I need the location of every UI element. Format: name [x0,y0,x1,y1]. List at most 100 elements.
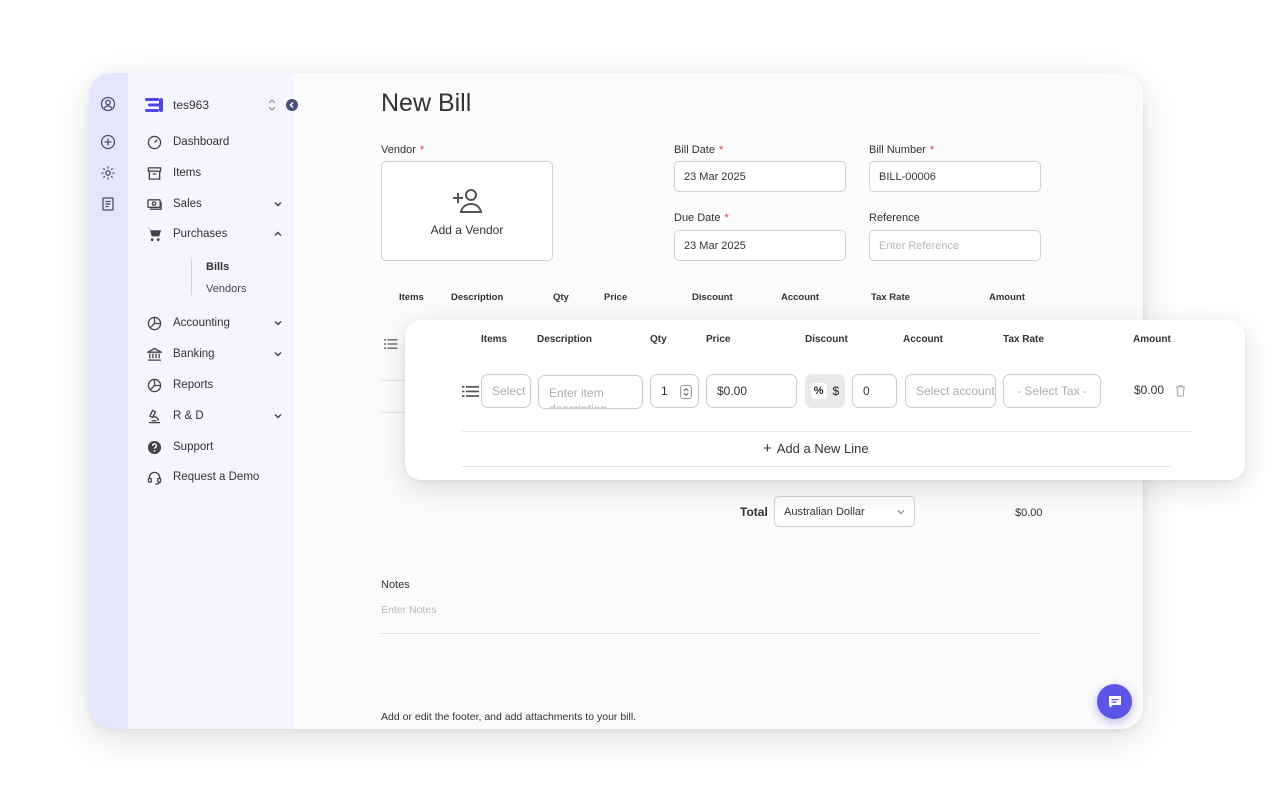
currency-select[interactable]: Australian Dollar [774,496,915,527]
plus-circle-icon[interactable] [100,134,116,150]
row-divider [462,466,1171,467]
notes-underline [381,633,1041,634]
total-label: Total [740,505,768,519]
sidebar-item-banking[interactable]: Banking [147,344,283,364]
chat-support-button[interactable] [1097,684,1132,719]
qty-input[interactable]: 1 [650,374,699,408]
sidebar-item-label: Banking [173,348,215,360]
add-vendor-button[interactable]: Add a Vendor [381,161,553,261]
notes-label: Notes [381,579,410,591]
reference-label: Reference [869,212,920,224]
total-amount: $0.00 [1015,507,1043,519]
card-header-qty: Qty [650,334,667,345]
tax-rate-select[interactable]: - Select Tax - [1003,374,1101,408]
chevron-down-icon [897,510,905,515]
sidebar-item-accounting[interactable]: Accounting [147,313,283,333]
sidebar-item-purchases[interactable]: Purchases [147,224,283,244]
add-new-line-label: Add a New Line [776,441,869,456]
sidebar-item-label: Support [173,441,214,453]
sidebar-item-label: Reports [173,379,214,391]
bill-date-label: Bill Date * [674,144,724,156]
gauge-icon [147,135,162,149]
chevron-down-icon [274,351,282,357]
bill-date-field[interactable]: 23 Mar 2025 [674,161,846,192]
sidebar-item-dashboard[interactable]: Dashboard [147,132,283,152]
due-date-label: Due Date * [674,212,729,224]
gear-icon[interactable] [100,165,116,181]
footer-hint: Add or edit the footer, and add attachme… [381,711,637,723]
chevron-down-icon [274,413,282,419]
sidebar-subitem-vendors[interactable]: Vendors [206,283,246,295]
sidebar-item-label: Sales [173,198,202,210]
chevron-down-icon [274,320,282,326]
workspace-name: tes963 [173,98,210,112]
sidebar-item-label: R & D [173,410,204,422]
sidebar-item-request-demo[interactable]: Request a Demo [147,467,283,487]
add-vendor-label: Add a Vendor [430,223,504,237]
table-header-account: Account [781,292,819,303]
submenu-guide-line [191,259,192,295]
collapse-sidebar-button[interactable] [286,99,298,111]
drag-handle-icon[interactable] [462,385,479,398]
vendor-label: Vendor * [381,144,425,156]
due-date-field[interactable]: 23 Mar 2025 [674,230,846,261]
sidebar-item-label: Dashboard [173,136,230,148]
sidebar-item-items[interactable]: Items [147,163,283,183]
sidebar-item-sales[interactable]: Sales [147,194,283,214]
notes-input[interactable]: Enter Notes [381,604,436,616]
user-circle-icon[interactable] [100,96,116,112]
price-input[interactable]: $0.00 [706,374,797,408]
card-header-amount: Amount [1133,334,1171,345]
brand-logo-icon [145,98,163,112]
stepper-icon[interactable] [680,385,692,399]
table-header-description: Description [451,292,504,303]
qty-value: 1 [661,384,668,398]
sidebar-item-label: Accounting [173,317,230,329]
percent-option[interactable]: % [810,383,827,399]
chat-bubble-icon [1108,695,1121,708]
drag-handle-icon[interactable] [384,338,398,350]
chevron-left-icon [289,101,294,109]
user-plus-icon [453,189,483,213]
sidebar-subitem-bills[interactable]: Bills [206,261,229,273]
card-header-description: Description [537,334,593,345]
shopping-cart-icon [147,227,162,241]
row-divider [462,431,1192,432]
bill-number-field[interactable]: BILL-00006 [869,161,1041,192]
chevron-up-icon [274,231,282,237]
sidebar-item-label: Items [173,167,202,179]
discount-input[interactable]: 0 [852,374,897,408]
archive-box-icon [147,166,162,180]
reference-input[interactable]: Enter Reference [869,230,1041,261]
workspace-switcher[interactable]: tes963 [145,95,290,115]
description-input[interactable]: Enter item description [538,375,643,409]
line-item-card: Items Description Qty Price Discount Acc… [405,320,1245,480]
table-header-discount: Discount [692,292,733,303]
item-select[interactable]: Select [481,374,531,408]
bank-icon [147,347,162,361]
line-amount: $0.00 [1134,383,1165,397]
discount-type-toggle[interactable]: % $ [805,374,845,408]
dollar-option[interactable]: $ [833,384,840,398]
sidebar-item-label: Request a Demo [173,471,260,483]
cash-icon [147,198,162,210]
sidebar-item-support[interactable]: Support [147,437,283,457]
sidebar-item-reports[interactable]: Reports [147,375,283,395]
card-header-discount: Discount [805,334,848,345]
card-header-tax-rate: Tax Rate [1003,334,1044,345]
table-header-tax-rate: Tax Rate [871,292,910,303]
card-header-items: Items [481,334,508,345]
document-list-icon[interactable] [100,196,116,212]
sidebar-item-label: Purchases [173,228,228,240]
sidebar-item-r-and-d[interactable]: R & D [147,406,283,426]
report-chart-icon [147,378,162,392]
table-header-price: Price [604,292,628,303]
trash-icon[interactable] [1175,384,1186,397]
add-new-line-button[interactable]: + Add a New Line [763,441,869,456]
card-header-account: Account [903,334,943,345]
sidebar: tes963 Dashboard Items Sales Purchases B… [128,73,298,729]
table-header-qty: Qty [553,292,569,303]
account-select[interactable]: Select account [905,374,996,408]
page-title: New Bill [381,89,472,117]
chevron-updown-icon[interactable] [267,98,277,112]
